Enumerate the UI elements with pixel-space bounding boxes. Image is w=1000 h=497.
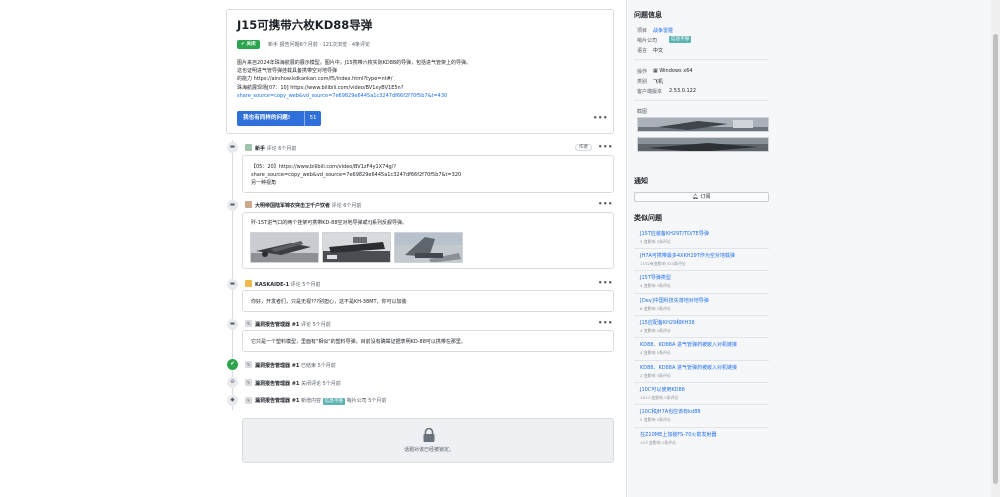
- comment-text: 你好，开发者们，只是无视???别担心，这不是KH-38MT，你可以加装: [251, 299, 407, 305]
- category-key: 类别: [637, 79, 648, 85]
- body-line[interactable]: 珠海航展现场[07：10] https://www.bilibili.com/v…: [237, 84, 597, 92]
- project-value[interactable]: 战争雷霆: [653, 27, 673, 34]
- issue-card: J15可携带六枚KD88导弹 ✔ 关闭 新手 报告问题6个月前 · 121次浏览…: [226, 9, 614, 134]
- comment-header: 大明帝国陆军锦衣突击卫千户饮者 评论 6个月前: [255, 203, 362, 209]
- screenshot-thumb[interactable]: [637, 117, 769, 132]
- similar-issue[interactable]: J15T导弹类型 4 变影响 3条评论: [640, 274, 671, 289]
- comment-text[interactable]: 【05：20】https://www.bilibili.com/video/BV…: [251, 163, 396, 171]
- issue-body: 图片来自2024年珠海航展的展示模型。图片中，J15携带六枚实际KD88的导弹，…: [237, 59, 597, 100]
- comment-options-icon[interactable]: •••: [598, 143, 613, 151]
- info-title: 问题信息: [634, 11, 662, 19]
- comment-text: 另一种视角: [251, 180, 277, 186]
- similar-issue[interactable]: J10C可以使用KD88 107人变影响 2条评论: [640, 386, 685, 401]
- divider: [634, 360, 769, 361]
- platform-value: ▦ Windows x64: [653, 68, 693, 74]
- tag-icon: ◆: [227, 395, 238, 406]
- comment-card: 它只是一个塑料模型，里面有"相似"的塑料导弹，目前没有确凿证据表明KD-88可以…: [242, 330, 614, 352]
- comment-text: 它只是一个塑料模型，里面有"相似"的塑料导弹，目前没有确凿证据表明KD-88可以…: [251, 339, 466, 345]
- comment-icon: ▬: [227, 319, 238, 330]
- similar-issue[interactable]: J10C和JH7A也应该有kd88 5 变影响 3条评论: [640, 408, 701, 423]
- divider: [634, 382, 769, 383]
- comment-header: 漏洞报告管理器 #1 评论 5个月前: [255, 322, 331, 328]
- issue-meta: 新手 报告问题6个月前 · 121次浏览 · 4条评论: [268, 42, 371, 48]
- similar-issue[interactable]: J15应配备KH29和KH38 4 变影响 4条评论: [640, 319, 695, 334]
- comment-image[interactable]: [394, 232, 463, 263]
- comment-icon: ▬: [227, 200, 238, 211]
- similar-title: 类似问题: [634, 214, 662, 222]
- comment-image[interactable]: [250, 232, 319, 263]
- category-value: 飞机: [653, 79, 664, 85]
- divider: [634, 315, 769, 316]
- client-value: 2.53.0.122: [669, 88, 697, 94]
- lang-key: 语言: [637, 48, 648, 54]
- company-value: 信息不够: [669, 36, 692, 43]
- platform-key: 操作: [637, 69, 648, 75]
- avatar: ✎: [245, 361, 252, 368]
- status-badge: ✔ 关闭: [237, 40, 260, 49]
- closed-check-icon: ✔: [227, 359, 238, 370]
- avatar: ✎: [245, 397, 252, 404]
- similar-issue[interactable]: KD88、KD88A 进气管弹药被嵌入对机链接 2 变影响 3条评论: [640, 364, 737, 379]
- me-too-count: 51: [304, 111, 321, 126]
- comment-options-icon[interactable]: •••: [598, 279, 613, 287]
- screenshot-thumb[interactable]: [637, 137, 769, 152]
- screenshots-title: 截图: [637, 109, 648, 115]
- notify-title: 通知: [634, 177, 648, 185]
- divider: [634, 293, 769, 294]
- similar-issue[interactable]: JH7A可携带最多4XKH29T作为空对地载弹 1152有变影响 324条评论: [640, 252, 735, 267]
- client-key: 客户端版本: [637, 89, 663, 95]
- event-closed: 漏洞报告管理器 #1 已结束 5个月前: [255, 363, 336, 369]
- comment-options-icon[interactable]: •••: [598, 200, 613, 208]
- similar-issue[interactable]: [Dev]中国科技失落地对地导弹 6 变影响 3条评论: [640, 297, 709, 312]
- body-link[interactable]: share_source=copy_web&vd_source=7e69829e…: [237, 92, 597, 100]
- page-scrollbar[interactable]: [991, 0, 1000, 497]
- divider: [634, 270, 769, 271]
- comment-link[interactable]: share_source=copy_web&vd_source=7e69829e…: [251, 171, 461, 179]
- body-line: 这也证明进气管导弹挂载具备携带空对地导弹: [237, 68, 338, 75]
- company-key: 哨片公司: [637, 38, 658, 44]
- lock-icon: [423, 428, 435, 442]
- comment-header: 新手 评论 6个月前: [255, 146, 297, 152]
- event-label: 漏洞报告管理器 #1 新增内容 信息不够 哨片公司 5个月前: [255, 398, 387, 405]
- divider: [634, 337, 769, 338]
- comment-options-icon[interactable]: •••: [598, 319, 613, 327]
- comment-card: 【05：20】https://www.bilibili.com/video/BV…: [242, 155, 614, 193]
- comment-text: 歼-15T进气口的两个挂架可携带KD-88空对地导弹或YJ系列反舰导弹。: [251, 220, 408, 226]
- avatar: [245, 280, 252, 287]
- event-lock: 漏洞报告管理器 #1 关闭评论 5个月前: [255, 381, 341, 387]
- lang-value: 中文: [653, 48, 664, 54]
- comment-card: 你好，开发者们，只是无视???别担心，这不是KH-38MT，你可以加装: [242, 290, 614, 312]
- comment-icon: ▬: [227, 142, 238, 153]
- locked-notice: 话题对该已经被锁定。: [242, 418, 614, 463]
- avatar: [245, 201, 252, 208]
- scrollbar-thumb[interactable]: [993, 34, 998, 484]
- avatar: ✎: [245, 379, 252, 386]
- divider: [634, 427, 769, 428]
- avatar: [245, 144, 252, 151]
- divider: [634, 248, 769, 249]
- divider: [634, 100, 769, 101]
- divider: [634, 404, 769, 405]
- comment-header: KASKAIDE-1 评论 5个月前: [255, 282, 321, 288]
- comment-icon: ▬: [227, 279, 238, 290]
- project-key: 项目: [637, 28, 648, 34]
- body-line: 图片来自2024年珠海航展的展示模型。图片中，J15携带六枚实际KD88的导弹，…: [237, 60, 472, 66]
- subscribe-button[interactable]: 🔔︎ 订阅: [634, 192, 769, 202]
- label-badge[interactable]: 信息不够: [322, 398, 346, 405]
- author-tag: 作者: [575, 144, 592, 151]
- lock-comments-icon: ⊘: [227, 377, 238, 388]
- similar-issue[interactable]: J15T应装备KH29T/TD/TE导弹 5 变影响 3条评论: [640, 230, 709, 245]
- comment-image[interactable]: [322, 232, 391, 263]
- more-options-icon[interactable]: •••: [593, 114, 608, 122]
- body-line[interactable]: 的能力 https://airshow.kdkankan.com/f5/inde…: [237, 75, 597, 83]
- divider: [634, 59, 769, 60]
- similar-issue[interactable]: KD88、KD88A 进气管弹药被嵌入对机链接 4 变影响 5条评论: [640, 341, 737, 356]
- locked-text: 话题对该已经被锁定。: [403, 447, 454, 453]
- issue-title: J15可携带六枚KD88导弹: [237, 18, 373, 32]
- me-too-button[interactable]: 我也有同样的问题! 51: [237, 111, 321, 126]
- avatar: ✎: [245, 320, 252, 327]
- me-too-label: 我也有同样的问题!: [243, 115, 291, 121]
- similar-issue[interactable]: 在Z10ME上加装FS-70火箭发射器 15人变影响 1条评论: [640, 431, 716, 446]
